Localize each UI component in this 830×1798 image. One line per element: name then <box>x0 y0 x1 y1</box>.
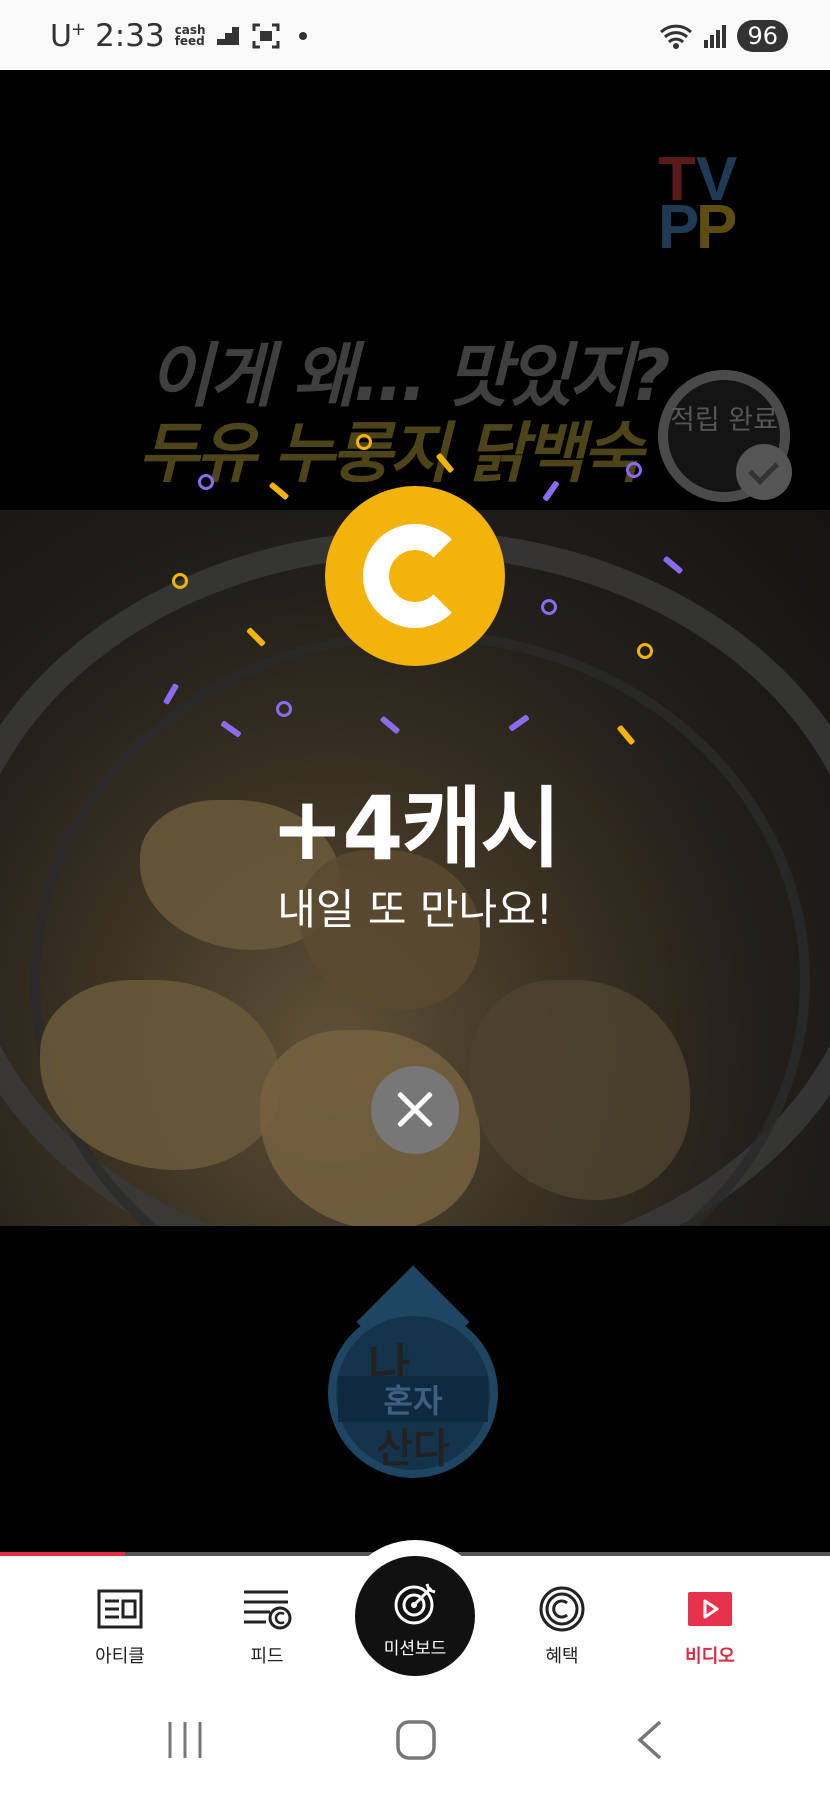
nav-item-video[interactable]: 비디오 <box>650 1586 770 1668</box>
nav-label: 미션보드 <box>383 1639 447 1659</box>
earned-stamp-text: 적립 완료 <box>670 405 778 436</box>
back-icon[interactable] <box>636 1720 664 1760</box>
reward-amount: +4캐시 <box>270 777 562 880</box>
nav-item-feed[interactable]: 피드 <box>207 1586 327 1668</box>
status-right: 96 <box>659 20 788 52</box>
carrier-label: U+ <box>50 18 86 54</box>
nav-label: 피드 <box>250 1646 284 1667</box>
clock: 2:33 <box>95 18 165 54</box>
confetti-ring <box>626 462 642 478</box>
check-icon <box>736 444 792 500</box>
recent-apps-icon[interactable] <box>166 1720 204 1760</box>
logo-line3: 산다 <box>376 1426 450 1472</box>
tvpp-logo: T V P P <box>658 145 738 262</box>
cashfeed-notification-icon: cash feed <box>174 23 206 48</box>
notification-dot-icon <box>298 32 307 40</box>
benefit-coin-icon <box>539 1586 585 1632</box>
signal-icon <box>704 25 727 48</box>
video-play-icon <box>688 1592 732 1626</box>
video-thumbnail-top: T V P P 이게 왜... 맛있지? 두유 누룽지 닭백숙 적립 완료 <box>0 70 830 510</box>
nav-item-article[interactable]: 아티클 <box>60 1586 180 1668</box>
reward-message: 내일 또 만나요! <box>277 885 553 934</box>
status-bar: U+ 2:33 cash feed 96 <box>0 0 830 70</box>
nav-label: 혜택 <box>545 1646 579 1667</box>
confetti-ring <box>276 701 292 717</box>
earned-stamp: 적립 완료 <box>658 370 792 502</box>
home-icon[interactable] <box>396 1720 436 1760</box>
stairs-notification-icon <box>216 27 239 45</box>
status-left: U+ 2:33 cash feed <box>50 18 307 54</box>
channel-brand-logo: 나 혼자 산다 <box>320 1265 506 1478</box>
cash-coin-icon <box>325 486 505 666</box>
confetti-ring <box>637 643 653 659</box>
battery-level: 96 <box>737 20 788 52</box>
confetti-ring <box>172 573 188 589</box>
system-nav-bar <box>0 1682 830 1798</box>
nav-label: 아티클 <box>95 1646 145 1667</box>
mission-board-wrap: 미션보드 <box>339 1540 491 1692</box>
screenshot-notification-icon <box>252 23 280 49</box>
close-button[interactable] <box>371 1066 459 1154</box>
bottom-nav: 아티클 피드 미션보드 혜택 비디오 <box>0 1540 830 1692</box>
feed-icon <box>244 1590 292 1630</box>
wifi-icon <box>660 24 693 49</box>
confetti-ring <box>356 434 372 450</box>
nav-item-mission-board[interactable]: 미션보드 <box>355 1556 475 1676</box>
confetti-ring <box>198 474 214 490</box>
article-icon <box>97 1589 143 1629</box>
confetti-ring <box>541 599 557 615</box>
nav-item-benefit[interactable]: 혜택 <box>502 1586 622 1668</box>
target-icon <box>394 1583 436 1625</box>
nav-label: 비디오 <box>685 1646 735 1667</box>
coin-c-mark <box>363 524 467 628</box>
